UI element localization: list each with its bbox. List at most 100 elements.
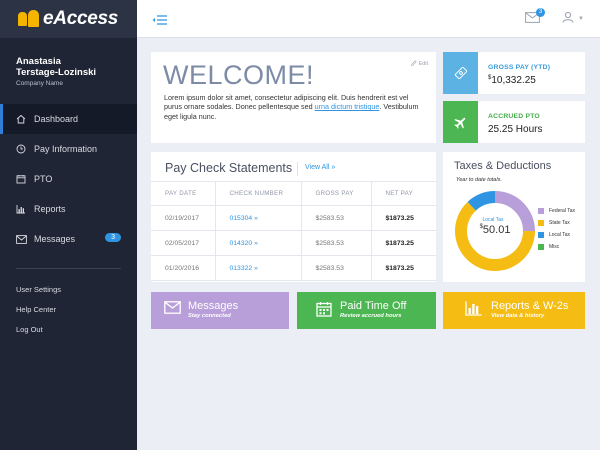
gross-pay: $2583.53 <box>301 206 371 231</box>
envelope-icon <box>164 301 181 319</box>
nav-label: Dashboard <box>34 114 78 124</box>
gross-pay-card[interactable]: GROSS PAY (YTD) $10,332.25 <box>443 52 585 94</box>
pay-check-card: Pay Check Statements View All » PAY DATE… <box>151 152 436 282</box>
legend-label: Misc <box>549 244 559 250</box>
chevron-down-icon[interactable]: ▼ <box>578 16 584 22</box>
nav-item-dashboard[interactable]: Dashboard <box>0 104 137 134</box>
sidebar: eAccess Anastasia Terstage-Lozinski Comp… <box>0 0 137 450</box>
nav-divider <box>16 268 121 269</box>
accrued-pto-card[interactable]: ACCRUED PTO 25.25 Hours <box>443 101 585 143</box>
user-last-name: Terstage-Lozinski <box>16 67 121 78</box>
paid-time-off-tile[interactable]: Paid Time Off Review accrued hours <box>297 292 436 329</box>
tile-label: Paid Time Off <box>340 300 406 312</box>
check-number-link[interactable]: 014320 » <box>215 231 301 256</box>
user-company: Company Name <box>16 80 121 87</box>
taxes-title: Taxes & Deductions <box>454 160 551 172</box>
user-profile-icon[interactable] <box>562 10 574 28</box>
nav-help-center[interactable]: Help Center <box>0 299 137 319</box>
gross-pay-value: $10,332.25 <box>488 75 536 86</box>
pencil-icon <box>411 60 417 68</box>
nav-label: Reports <box>34 204 66 214</box>
taxes-subtitle: Year to date totals. <box>456 177 502 183</box>
menu-toggle-icon[interactable] <box>152 12 168 30</box>
airplane-icon <box>443 101 478 143</box>
welcome-title: WELCOME! <box>163 60 314 91</box>
bar-chart-icon <box>16 204 34 214</box>
local-tax-amount: 50.01 <box>483 224 511 236</box>
legend-item: Federal Tax <box>538 205 575 217</box>
tile-subtitle: Review accrued hours <box>340 313 402 319</box>
check-number-link[interactable]: 013322 » <box>215 256 301 281</box>
messages-count-badge: 3 <box>105 233 121 242</box>
pay-date: 02/05/2017 <box>151 231 215 256</box>
col-pay-date: PAY DATE <box>151 182 215 206</box>
gross-pay-amount: 10,332.25 <box>491 75 536 86</box>
mail-count-badge: 3 <box>536 8 545 17</box>
table-row: 01/20/2016 013322 » $2583.53 $1873.25 <box>151 256 436 281</box>
col-gross-pay: GROSS PAY <box>301 182 371 206</box>
brand-bar: eAccess <box>0 0 137 38</box>
top-bar: 3 ▼ <box>137 0 600 38</box>
tile-subtitle: View data & history <box>491 313 544 319</box>
net-pay: $1873.25 <box>371 206 436 231</box>
nav-item-pay-information[interactable]: Pay Information <box>0 134 137 164</box>
nav-label: Messages <box>34 234 75 244</box>
welcome-text: Lorem ipsum dolor sit amet, consectetur … <box>164 93 426 121</box>
legend-label: Local Tax <box>549 232 570 238</box>
donut-center-value: $50.01 <box>473 224 517 236</box>
welcome-inline-link[interactable]: urna dictum tristique <box>315 102 380 111</box>
user-first-name: Anastasia <box>16 56 121 67</box>
donut-slice-local-tax <box>472 197 495 206</box>
col-net-pay: NET PAY <box>371 182 436 206</box>
clock-icon <box>16 144 34 154</box>
accrued-pto-value: 25.25 Hours <box>488 124 542 135</box>
legend-swatch <box>538 232 544 238</box>
pay-date: 02/19/2017 <box>151 206 215 231</box>
reports-w2-tile[interactable]: Reports & W-2s View data & history <box>443 292 585 329</box>
legend-item: Local Tax <box>538 229 575 241</box>
net-pay: $1873.25 <box>371 256 436 281</box>
money-icon <box>443 52 478 94</box>
brand-name: eAccess <box>43 8 118 30</box>
home-icon <box>16 114 34 124</box>
bar-chart-icon <box>465 301 482 321</box>
messages-tile[interactable]: Messages Stay connected <box>151 292 289 329</box>
edit-link[interactable]: Edit <box>411 60 428 68</box>
legend-item: Misc <box>538 241 575 253</box>
gross-pay: $2583.53 <box>301 231 371 256</box>
nav-item-reports[interactable]: Reports <box>0 194 137 224</box>
net-pay: $1873.25 <box>371 231 436 256</box>
main-nav: Dashboard Pay Information PTO Reports Me… <box>0 104 137 254</box>
welcome-card: WELCOME! Edit Lorem ipsum dolor sit amet… <box>151 52 436 143</box>
tile-subtitle: Stay connected <box>188 313 231 319</box>
gross-pay: $2583.53 <box>301 256 371 281</box>
col-check-number: CHECK NUMBER <box>215 182 301 206</box>
nav-label: Pay Information <box>34 144 97 154</box>
edit-label: Edit <box>419 61 428 67</box>
nav-item-messages[interactable]: Messages 3 <box>0 224 137 254</box>
mail-icon <box>16 235 34 244</box>
table-row: 02/19/2017 015304 » $2583.53 $1873.25 <box>151 206 436 231</box>
legend-item: State Tax <box>538 217 575 229</box>
people-logo-icon <box>18 10 40 28</box>
gross-pay-label: GROSS PAY (YTD) <box>488 64 550 71</box>
accrued-pto-label: ACCRUED PTO <box>488 113 540 120</box>
legend-swatch <box>538 208 544 214</box>
nav-log-out[interactable]: Log Out <box>0 319 137 339</box>
legend-swatch <box>538 220 544 226</box>
chart-legend: Federal Tax State Tax Local Tax Misc <box>538 205 575 253</box>
pay-check-table: PAY DATE CHECK NUMBER GROSS PAY NET PAY … <box>151 181 436 281</box>
check-number-link[interactable]: 015304 » <box>215 206 301 231</box>
title-separator <box>297 162 298 176</box>
table-row: 02/05/2017 014320 » $2583.53 $1873.25 <box>151 231 436 256</box>
tile-label: Messages <box>188 300 238 312</box>
legend-label: Federal Tax <box>549 208 575 214</box>
table-header-row: PAY DATE CHECK NUMBER GROSS PAY NET PAY <box>151 182 436 206</box>
pay-check-title: Pay Check Statements <box>165 161 292 175</box>
user-info: Anastasia Terstage-Lozinski Company Name <box>0 38 137 104</box>
tile-label: Reports & W-2s <box>491 300 568 312</box>
pay-date: 01/20/2016 <box>151 256 215 281</box>
nav-user-settings[interactable]: User Settings <box>0 279 137 299</box>
view-all-link[interactable]: View All » <box>305 164 335 171</box>
nav-item-pto[interactable]: PTO <box>0 164 137 194</box>
